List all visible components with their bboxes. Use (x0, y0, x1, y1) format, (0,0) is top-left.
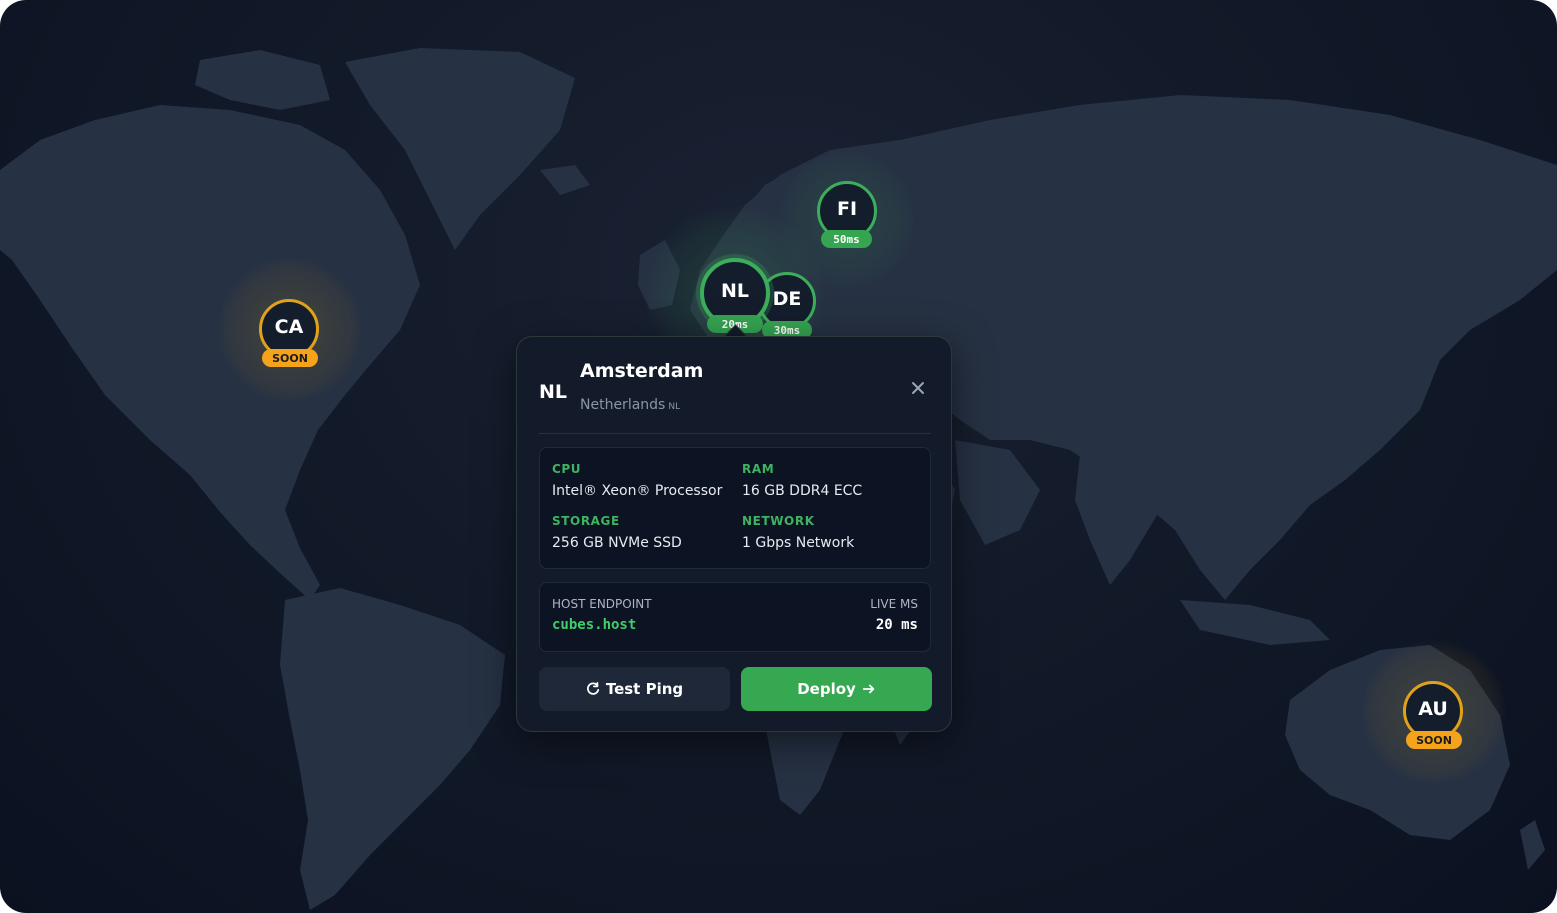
badge-ca-soon: SOON (262, 349, 318, 367)
spec-network: NETWORK 1 Gbps Network (742, 514, 854, 551)
spec-label: NETWORK (742, 514, 815, 528)
map-view: CA SOON FI 50ms DE 30ms NL 20ms AU SOON … (0, 0, 1557, 913)
landmass-indonesia (1180, 600, 1330, 645)
close-button[interactable] (905, 375, 931, 401)
marker-code: CA (274, 316, 304, 338)
host-endpoint-label: HOST ENDPOINT (552, 597, 652, 611)
deploy-button[interactable]: Deploy (741, 667, 932, 711)
country-label: Netherlands (580, 397, 666, 413)
spec-value: Intel® Xeon® Processor (552, 483, 723, 499)
spec-storage: STORAGE 256 GB NVMe SSD (552, 514, 682, 551)
marker-code: DE (772, 288, 802, 310)
spec-label: STORAGE (552, 514, 620, 528)
city-name: Amsterdam (580, 360, 704, 382)
live-ms-value: 20 ms (875, 617, 918, 633)
landmass-new-zealand (1520, 820, 1545, 870)
arrow-right-icon (862, 684, 875, 694)
marker-code: FI (836, 198, 858, 220)
spec-value: 1 Gbps Network (742, 535, 855, 551)
location-popup: NL Amsterdam Netherlands NL CPU Intel® Xe… (516, 336, 952, 732)
spec-value: 256 GB NVMe SSD (552, 535, 682, 551)
spec-label: RAM (742, 462, 775, 476)
spec-label: CPU (552, 462, 582, 476)
badge-fi-latency: 50ms (821, 230, 872, 248)
endpoint-panel: HOST ENDPOINT LIVE MS cubes.host 20 ms (539, 582, 931, 652)
spec-value: 16 GB DDR4 ECC (742, 483, 863, 499)
country-code: NL (668, 402, 681, 412)
host-endpoint-value[interactable]: cubes.host (552, 617, 636, 633)
landmass-iceland (540, 165, 590, 195)
badge-au-soon: SOON (1406, 731, 1462, 749)
spec-ram: RAM 16 GB DDR4 ECC (742, 462, 862, 499)
landmass-arctic-islands (195, 50, 330, 110)
divider (539, 433, 931, 434)
test-ping-label: Test Ping (605, 680, 684, 698)
close-icon (912, 382, 924, 394)
landmass-south-america (280, 588, 505, 910)
landmass-arabia (955, 440, 1040, 545)
spec-cpu: CPU Intel® Xeon® Processor (552, 462, 722, 499)
deploy-label: Deploy (797, 680, 856, 698)
test-ping-button[interactable]: Test Ping (539, 667, 730, 711)
country-name: Netherlands NL (580, 397, 680, 413)
live-ms-label: LIVE MS (870, 597, 918, 611)
specs-panel: CPU Intel® Xeon® Processor RAM 16 GB DDR… (539, 447, 931, 569)
marker-code: AU (1418, 698, 1448, 720)
marker-code: NL (720, 280, 749, 302)
refresh-icon (586, 682, 599, 695)
country-flag: NL (539, 381, 568, 403)
